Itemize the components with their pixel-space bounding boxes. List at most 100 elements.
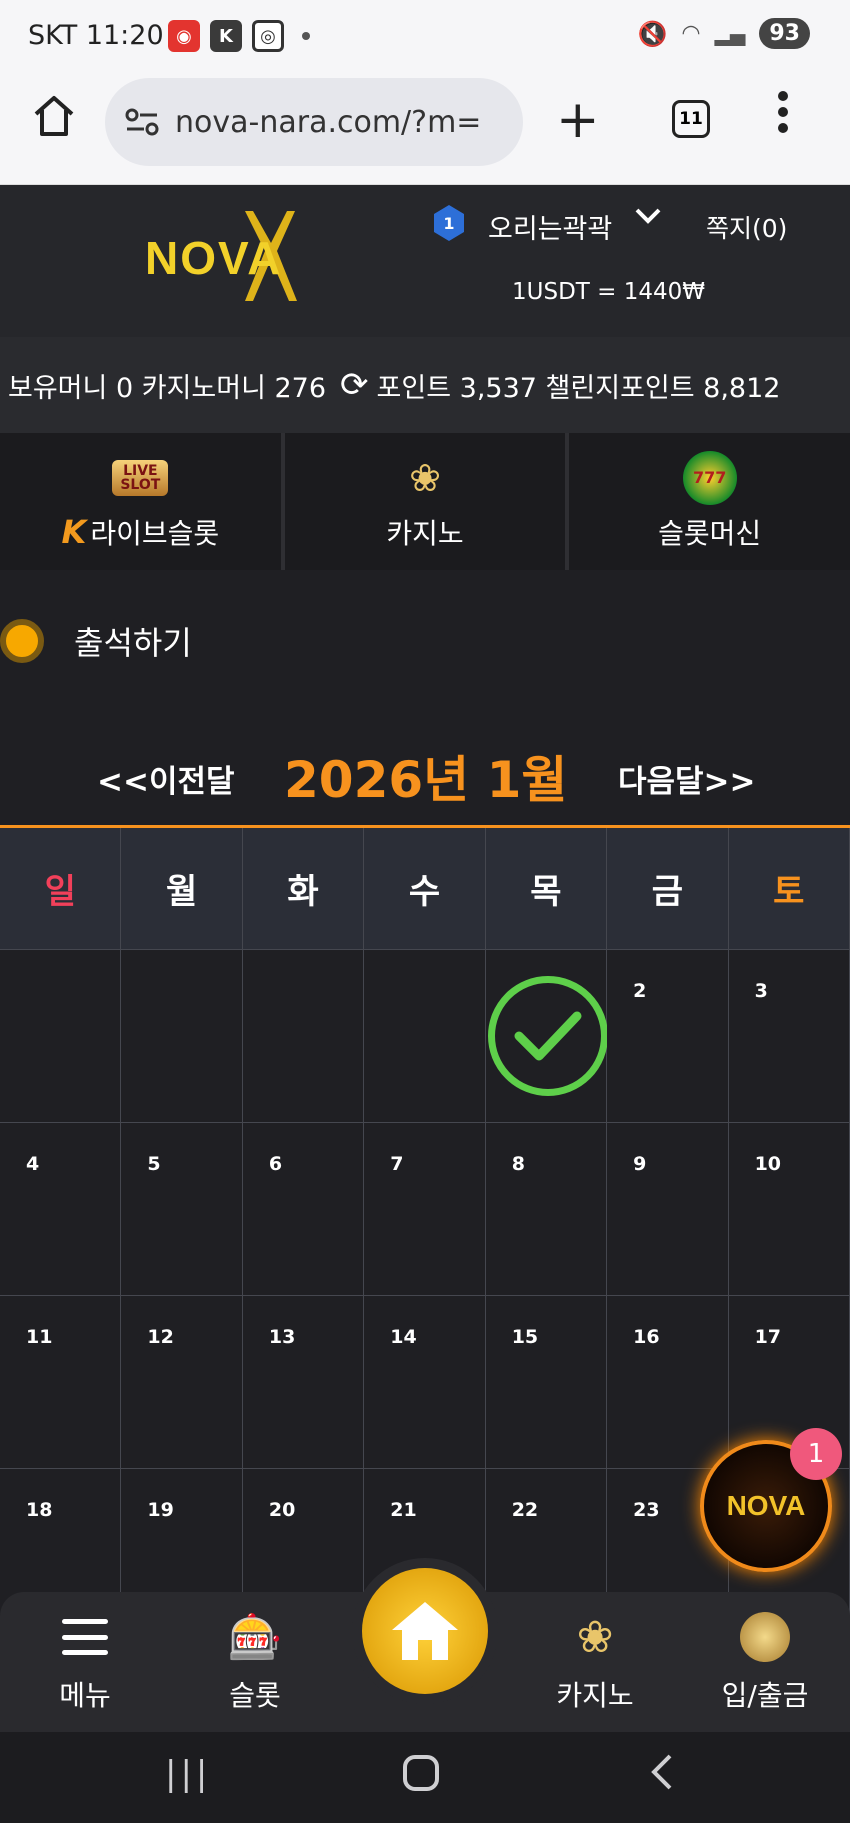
calendar-day[interactable]: 11: [0, 1296, 122, 1469]
money-bar: 보유머니 0 카지노머니 276 ⟳ 포인트 3,537 챌린지포인트 8,81…: [0, 337, 850, 433]
calendar-empty-cell: [242, 950, 365, 1123]
home-icon: [392, 1602, 458, 1660]
day-number: 11: [26, 1326, 53, 1348]
tab-live-slot-label: 라이브슬롯: [90, 516, 220, 550]
calendar-day[interactable]: 10: [728, 1123, 850, 1296]
site-settings-icon[interactable]: [125, 107, 159, 137]
day-number: 5: [147, 1153, 161, 1175]
game-category-nav: LIVE SLOT K 라이브슬롯 ❀ 카지노 777 슬롯머신: [0, 433, 850, 570]
day-number: 3: [754, 980, 768, 1002]
calendar-day[interactable]: 2: [607, 950, 729, 1123]
day-number: 8: [511, 1153, 525, 1175]
tab-live-slot[interactable]: LIVE SLOT K 라이브슬롯: [0, 433, 285, 570]
nav-menu[interactable]: 메뉴: [10, 1608, 160, 1714]
site-header: NOVA 1 오리는곽곽 쪽지(0) 1USDT = 1440₩: [0, 185, 850, 337]
browser-toolbar: nova-nara.com/?m= + 11: [0, 70, 850, 185]
day-number: 19: [147, 1499, 174, 1521]
nav-slot[interactable]: 🎰 슬롯: [180, 1608, 330, 1714]
recent-apps-icon[interactable]: |||: [165, 1754, 211, 1794]
day-number: 20: [268, 1499, 296, 1521]
k-logo-icon: K: [61, 512, 87, 551]
calendar-day[interactable]: 15: [485, 1296, 608, 1469]
casino-money: 카지노머니 276: [141, 372, 327, 404]
new-tab-icon[interactable]: +: [556, 92, 600, 148]
status-right: 🔇 ◠ ▂▄ 93: [638, 18, 810, 49]
nova-logo[interactable]: NOVA: [145, 211, 325, 301]
calendar-day[interactable]: 12: [121, 1296, 243, 1469]
day-number: 7: [390, 1153, 404, 1175]
attendance-check-icon: [487, 976, 608, 1096]
day-number: 18: [26, 1499, 53, 1521]
k-app-notification-icon: K: [210, 20, 242, 52]
notification-badge: 1: [790, 1428, 842, 1480]
system-navigation: |||: [0, 1732, 850, 1823]
balance: 보유머니 0: [8, 372, 134, 404]
weekday-thu: 목: [485, 828, 608, 950]
refresh-icon[interactable]: ⟳: [340, 365, 369, 405]
tab-slot-machine[interactable]: 777 슬롯머신: [569, 433, 850, 570]
weekday-sun: 일: [0, 828, 122, 950]
day-number: 2: [633, 980, 647, 1002]
calendar-day[interactable]: 4: [0, 1123, 122, 1296]
system-home-icon[interactable]: [402, 1754, 440, 1802]
calendar-day[interactable]: 7: [364, 1123, 486, 1296]
address-bar[interactable]: nova-nara.com/?m=: [105, 78, 523, 166]
carrier-time: SKT 11:20: [28, 20, 164, 51]
nav-slot-label: 슬롯: [229, 1679, 281, 1712]
home-icon[interactable]: [30, 92, 78, 154]
calendar-day[interactable]: [485, 950, 608, 1123]
next-month-button[interactable]: 다음달>>: [618, 756, 756, 801]
weekday-wed: 수: [364, 828, 486, 950]
attendance-header: 출석하기: [0, 618, 192, 664]
day-number: 15: [511, 1326, 539, 1348]
signal-icon: ▂▄: [714, 21, 746, 46]
weekday-header: 일 월 화 수 목 금 토: [0, 828, 850, 950]
nav-deposit-label: 입/출금: [721, 1679, 809, 1712]
weekday-mon: 월: [121, 828, 243, 950]
calendar-day[interactable]: 3: [728, 950, 850, 1123]
calendar-day[interactable]: 8: [485, 1123, 608, 1296]
back-icon[interactable]: [648, 1752, 674, 1802]
day-number: 13: [268, 1326, 296, 1348]
status-bar: SKT 11:20 ◉ K ◎ 🔇 ◠ ▂▄ 93: [0, 0, 850, 70]
live-slot-icon: LIVE SLOT: [112, 459, 169, 496]
url-text: nova-nara.com/?m=: [175, 104, 482, 140]
home-button[interactable]: [362, 1568, 488, 1694]
prev-month-button[interactable]: <<이전달: [97, 756, 235, 801]
calendar-day[interactable]: 9: [607, 1123, 729, 1296]
day-number: 21: [390, 1499, 417, 1521]
slots-777-icon: 777: [682, 450, 737, 505]
day-number: 17: [754, 1326, 782, 1348]
chevron-down-icon[interactable]: [634, 203, 662, 233]
calendar-day[interactable]: 5: [121, 1123, 243, 1296]
points: 포인트 3,537: [376, 372, 537, 404]
calendar-day[interactable]: 14: [364, 1296, 486, 1469]
nav-deposit[interactable]: 입/출금: [690, 1608, 840, 1714]
weekday-fri: 금: [607, 828, 729, 950]
exchange-rate: 1USDT = 1440₩: [512, 279, 705, 305]
more-menu-icon[interactable]: [776, 88, 790, 150]
page-title: 출석하기: [74, 624, 192, 662]
user-name[interactable]: 오리는곽곽: [488, 207, 612, 246]
day-number: 6: [268, 1153, 283, 1175]
calendar-empty-cell: [0, 950, 122, 1123]
weekday-tue: 화: [242, 828, 365, 950]
coins-icon: [740, 1612, 790, 1662]
more-notifications-dot-icon: [302, 32, 310, 40]
tab-casino[interactable]: ❀ 카지노: [284, 433, 570, 570]
notification-icons: ◉ K ◎: [168, 20, 310, 52]
calendar-day[interactable]: 13: [242, 1296, 365, 1469]
messages-link[interactable]: 쪽지(0): [706, 209, 787, 245]
day-number: 23: [633, 1499, 660, 1521]
current-month: 2026년 1월: [284, 751, 568, 809]
nav-casino[interactable]: ❀ 카지노: [520, 1608, 670, 1714]
casino-lotus-icon: ❀: [576, 1611, 614, 1663]
calendar-day[interactable]: 16: [607, 1296, 729, 1469]
mute-icon: 🔇: [637, 19, 668, 48]
day-number: 9: [633, 1153, 647, 1175]
day-number: 12: [147, 1326, 174, 1348]
day-number: 14: [390, 1326, 417, 1348]
tab-count-button[interactable]: 11: [672, 100, 710, 138]
weekday-sat: 토: [728, 828, 850, 950]
calendar-day[interactable]: 6: [242, 1123, 365, 1296]
